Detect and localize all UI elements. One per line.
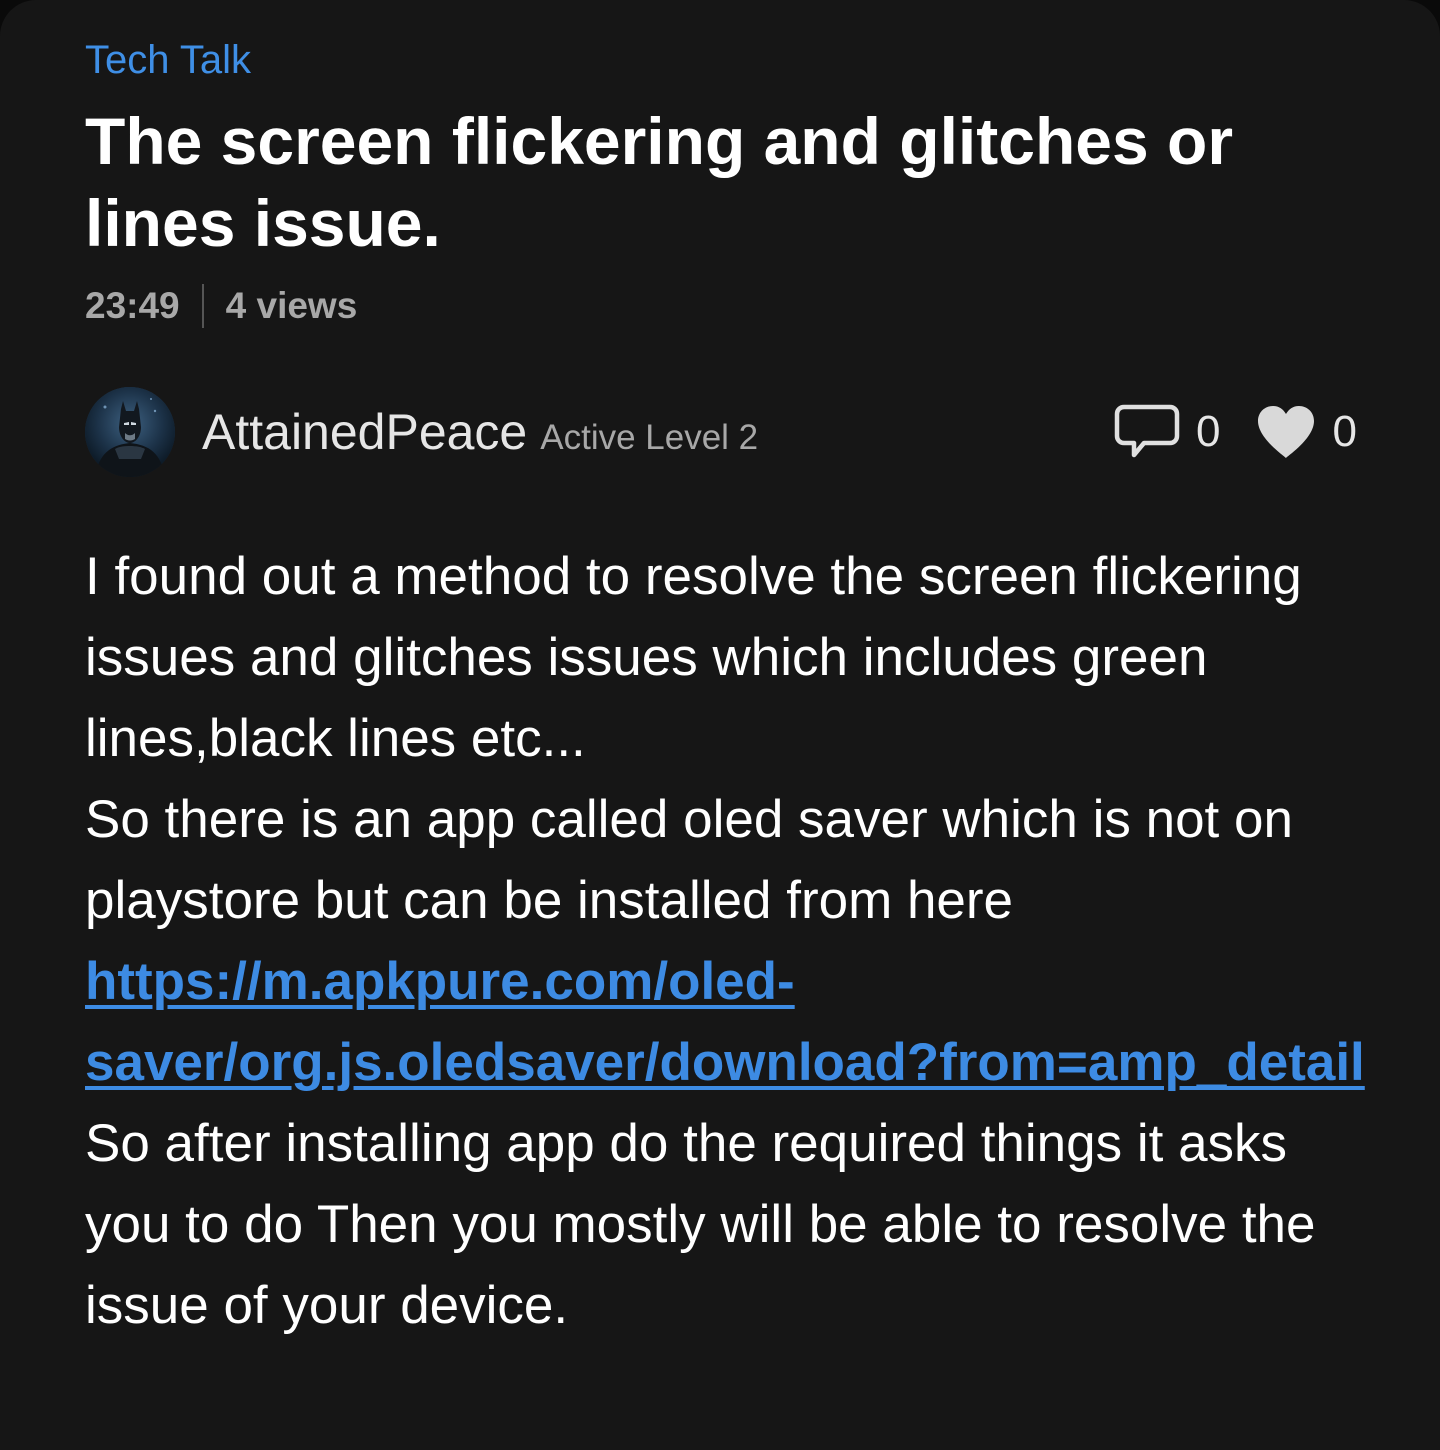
meta-divider [201, 284, 204, 328]
post-time: 23:49 [85, 285, 180, 326]
author-level: Active Level 2 [540, 418, 759, 457]
like-button[interactable]: 0 [1255, 404, 1357, 460]
post-meta: 23:49 4 views [85, 284, 357, 328]
post-body: I found out a method to resolve the scre… [85, 536, 1365, 1346]
post-title: The screen flickering and glitches or li… [85, 104, 1234, 260]
heart-icon [1257, 406, 1314, 458]
comment-bubble-icon [1114, 404, 1180, 458]
post-views: 4 views [225, 285, 358, 326]
post-screen: Tech Talk The screen flickering and glit… [0, 0, 1440, 1450]
comment-button[interactable]: 0 [1114, 403, 1221, 461]
author-name[interactable]: AttainedPeace [202, 403, 527, 461]
author-row: AttainedPeace Active Level 2 0 0 [85, 386, 1357, 478]
apkpure-download-link[interactable]: https://m.apkpure.com/oled-saver/org.js.… [85, 952, 1365, 1092]
comment-count: 0 [1196, 407, 1221, 456]
like-count: 0 [1332, 407, 1357, 456]
avatar[interactable] [85, 387, 175, 477]
body-paragraph-2-suffix: So after installing app do the required … [85, 1114, 1316, 1335]
body-paragraph-2: So there is an app called oled saver whi… [85, 779, 1365, 1346]
body-paragraph-2-prefix: So there is an app called oled saver whi… [85, 790, 1293, 930]
category-link[interactable]: Tech Talk [85, 38, 251, 83]
post-stats: 0 0 [1114, 403, 1357, 461]
batman-avatar-icon [85, 387, 175, 477]
body-paragraph-1: I found out a method to resolve the scre… [85, 547, 1302, 768]
